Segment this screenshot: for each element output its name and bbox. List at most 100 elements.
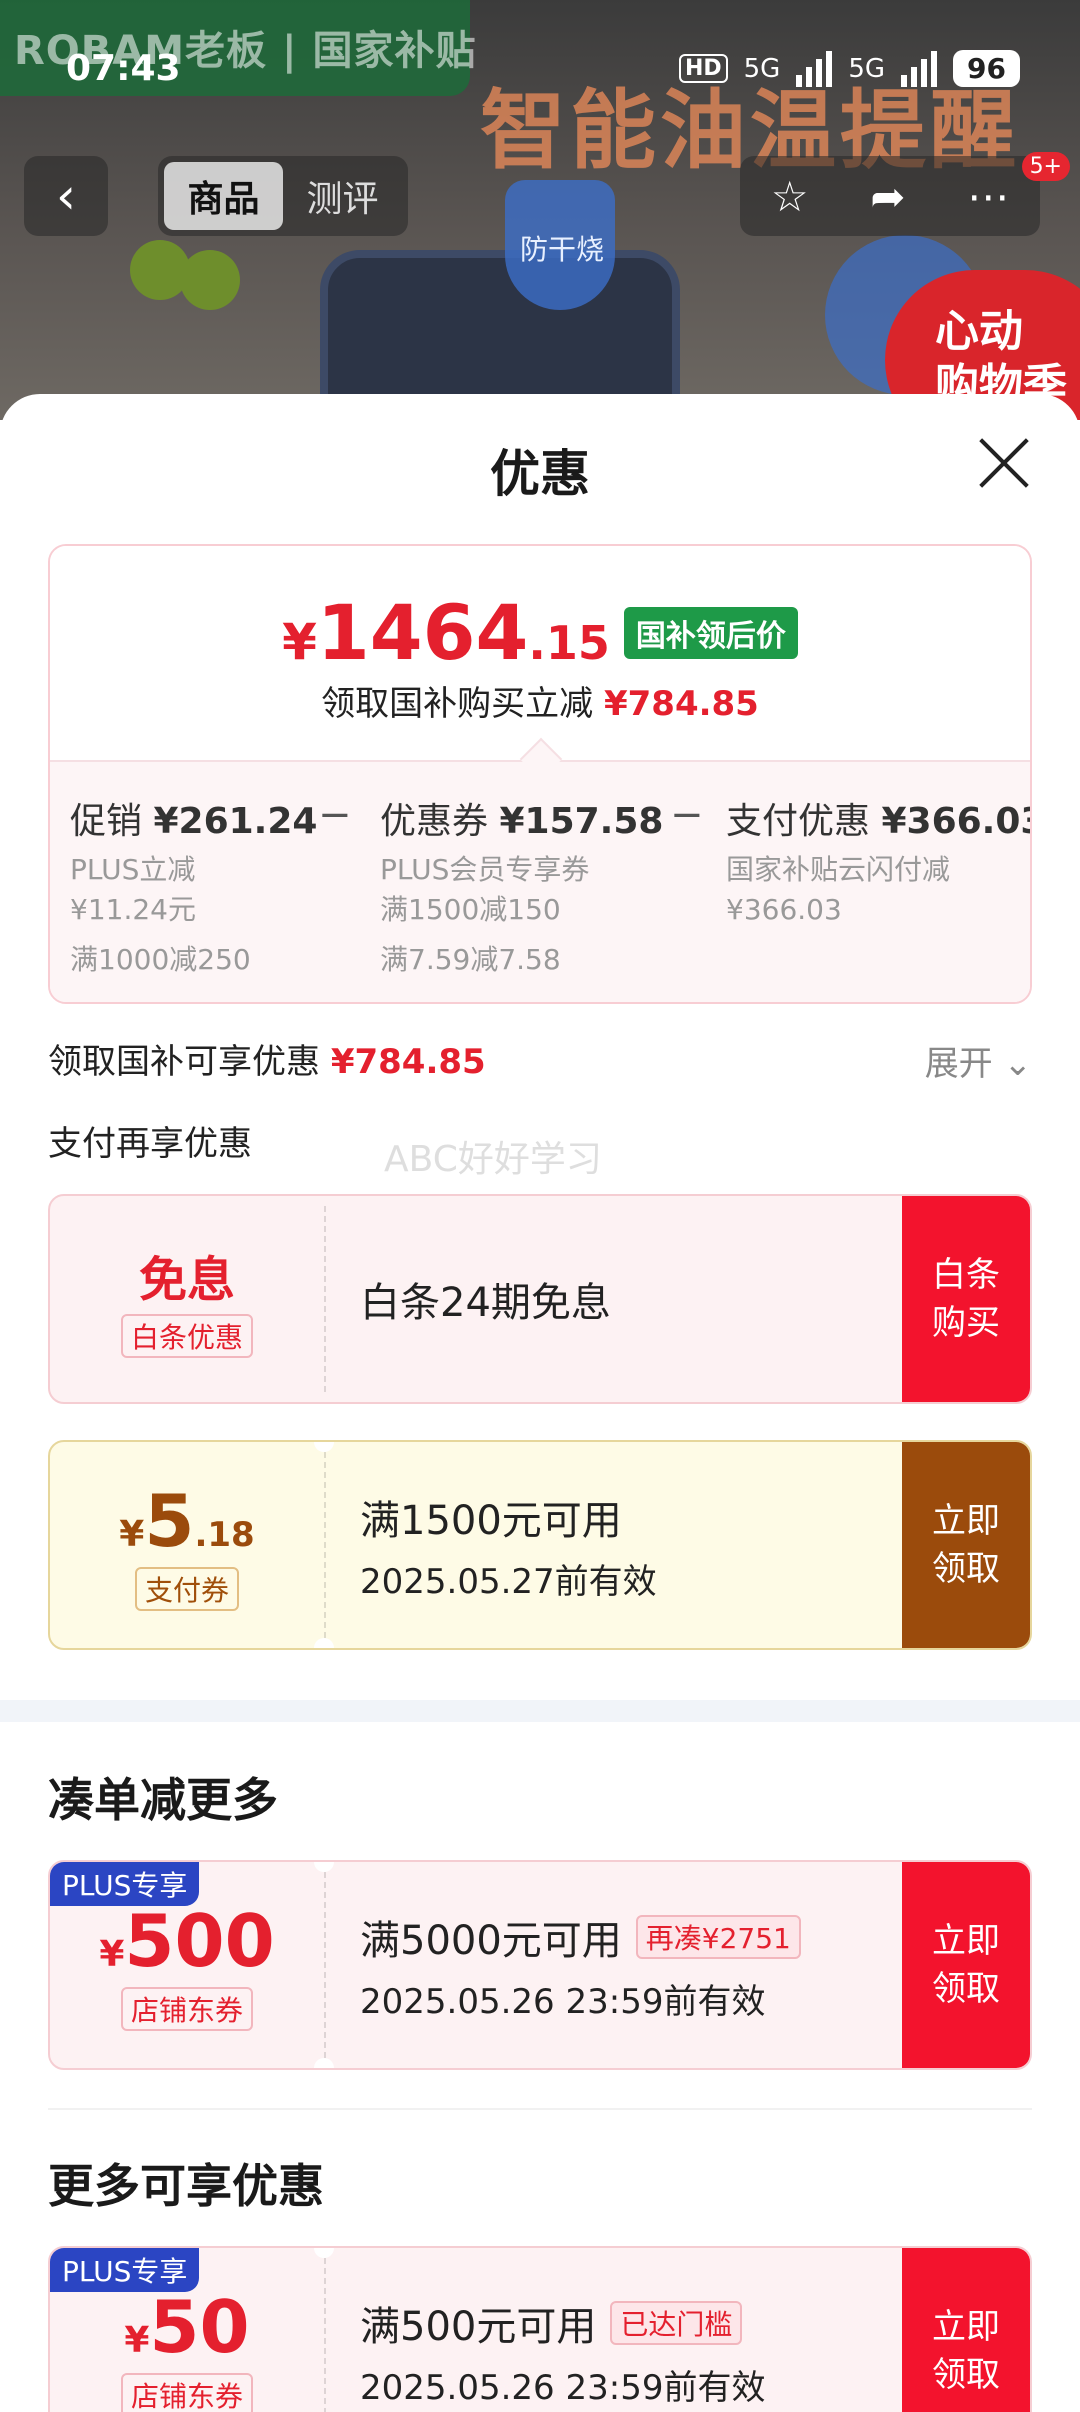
breakdown-label: 优惠券	[380, 801, 489, 842]
network-label-1: 5G	[743, 53, 781, 84]
saving-amount: ¥784.85	[603, 684, 759, 724]
breakdown-detail: 满1000减250	[70, 943, 251, 976]
plus-exclusive-tag: PLUS专享	[50, 1862, 200, 1906]
price-decimal: .15	[528, 616, 610, 670]
coupon-payment-voucher: ¥ 5 .18 支付券 满1500元可用 2025.05.27前有效 立即 领取	[48, 1440, 1032, 1650]
message-badge: 5+	[1021, 152, 1070, 181]
coupon-condition: 满500元可用 已达门槛	[360, 2294, 902, 2352]
coupon-left: ¥ 5 .18 支付券	[50, 1442, 324, 1648]
breakdown-payment: 支付优惠 ¥366.03 国家补贴云闪付减 ¥366.03	[726, 792, 1032, 930]
expand-label: 展开	[924, 1044, 993, 1084]
coupon-left-title: 免息	[138, 1252, 235, 1308]
coupon-left: 免息 白条优惠	[50, 1196, 324, 1402]
section-title-extra: 更多可享优惠	[48, 2159, 324, 2213]
breakdown-detail: ¥366.03	[726, 893, 842, 926]
more-icon[interactable]: ⋯	[967, 172, 1009, 221]
lime-decoration	[130, 240, 250, 310]
coupon-amount: ¥ 5 .18	[119, 1479, 255, 1563]
signal-icon	[796, 50, 833, 87]
price-integer: 1464	[316, 588, 529, 677]
breakdown-promotion: 促销 ¥261.24 PLUS立减 ¥11.24元 满1000减250	[70, 792, 317, 980]
section-divider	[0, 1700, 1080, 1722]
breakdown-detail: 满7.59减7.58	[380, 943, 561, 976]
status-time: 07:43	[66, 48, 181, 89]
price-currency: ¥	[282, 613, 317, 671]
coupon-validity: 2025.05.26 23:59前有效	[360, 2367, 766, 2408]
final-price-area: ¥ 1464 .15 国补领后价 领取国补购买立减 ¥784.85	[50, 546, 1030, 760]
share-icon[interactable]: ➦	[870, 172, 905, 221]
breakdown-detail: 国家补贴云闪付减	[726, 853, 951, 886]
back-button[interactable]: ‹	[24, 156, 108, 236]
claim-label: 领取国补可享优惠	[48, 1042, 320, 1082]
coupon-validity: 2025.05.26 23:59前有效	[360, 1981, 766, 2022]
watermark: ABC好好学习	[384, 1139, 602, 1180]
breakdown-coupon: 优惠券 ¥157.58 PLUS会员专享券 满1500减150 满7.59减7.…	[380, 792, 663, 980]
breakdown-amount: ¥261.24	[153, 801, 318, 842]
coupon-interest-free: 免息 白条优惠 白条24期免息 白条 购买	[48, 1194, 1032, 1404]
claim-now-button[interactable]: 立即 领取	[902, 2248, 1030, 2412]
baitiao-buy-button[interactable]: 白条 购买	[902, 1196, 1030, 1402]
price-saving-line: 领取国补购买立减 ¥784.85	[50, 676, 1030, 725]
coupon-left-tag: 店铺东券	[120, 2373, 253, 2412]
nav-actions: ☆ ➦ ⋯	[740, 156, 1040, 236]
coupon-body: 满5000元可用 再凑¥2751 2025.05.26 23:59前有效	[324, 1862, 902, 2068]
breakdown-amount: ¥157.58	[499, 801, 664, 842]
breakdown-detail: PLUS立减	[70, 853, 196, 886]
coupon-condition: 满1500元可用	[360, 1497, 622, 1544]
coupon-body: 满1500元可用 2025.05.27前有效	[324, 1442, 902, 1648]
product-tabs: 商品 测评	[158, 156, 408, 236]
hd-icon: HD	[678, 54, 728, 83]
breakdown-label: 支付优惠	[726, 801, 871, 842]
coupon-body: 满500元可用 已达门槛 2025.05.26 23:59前有效	[324, 2248, 902, 2412]
final-price: ¥ 1464 .15 国补领后价	[50, 588, 1030, 677]
coupon-validity: 2025.05.27前有效	[360, 1561, 657, 1602]
close-icon[interactable]	[976, 436, 1030, 490]
coupon-left-tag: 店铺东券	[120, 1987, 253, 2031]
pay-discount-heading: 支付再享优惠	[48, 1124, 252, 1164]
status-bar: 07:43 HD 5G 5G 96	[0, 0, 1080, 140]
claim-now-button[interactable]: 立即 领取	[902, 1442, 1030, 1648]
signal-icon	[901, 50, 938, 87]
subsidy-price-tag: 国补领后价	[623, 606, 798, 659]
chevron-down-icon: ⌄	[1003, 1044, 1033, 1084]
coupon-store-500: ¥ 500 店铺东券 PLUS专享 满5000元可用 再凑¥2751 2025.…	[48, 1860, 1032, 2070]
coupon-body: 白条24期免息	[324, 1196, 902, 1402]
minus-sign: −	[318, 792, 352, 838]
shield-label: 防干烧	[520, 233, 605, 266]
add-more-tag: 再凑¥2751	[635, 1914, 801, 1959]
divider-line	[48, 2108, 1032, 2110]
price-summary-card: ¥ 1464 .15 国补领后价 领取国补购买立减 ¥784.85 促销 ¥26…	[48, 544, 1032, 1004]
sheet-title: 优惠	[490, 445, 590, 503]
tab-review[interactable]: 测评	[283, 162, 402, 230]
pot-image	[320, 250, 680, 410]
section-title-more: 凑单减更多	[48, 1773, 278, 1827]
threshold-reached-tag: 已达门槛	[610, 2300, 743, 2345]
breakdown-detail: 满1500减150	[380, 893, 561, 926]
chevron-left-icon: ‹	[56, 167, 76, 225]
coupon-left-tag: 白条优惠	[120, 1314, 253, 1358]
tab-product[interactable]: 商品	[164, 162, 283, 230]
network-label-2: 5G	[848, 53, 886, 84]
coupon-left-tag: 支付券	[134, 1567, 239, 1611]
breakdown-amount: ¥366.03	[881, 801, 1032, 842]
breakdown-detail: ¥11.24元	[70, 893, 196, 926]
status-icons: HD 5G 5G 96	[678, 50, 1020, 87]
saving-label: 领取国补购买立减	[321, 684, 594, 724]
claim-amount: ¥784.85	[330, 1042, 486, 1082]
coupon-amount: ¥ 50	[124, 2285, 250, 2369]
coupon-condition: 满5000元可用 再凑¥2751	[360, 1908, 902, 1966]
battery-icon: 96	[953, 50, 1020, 87]
favorite-star-icon[interactable]: ☆	[771, 172, 809, 221]
breakdown-label: 促销	[70, 801, 143, 842]
claim-subsidy-row: 领取国补可享优惠 ¥784.85	[48, 1034, 1032, 1083]
coupon-amount: ¥ 500	[99, 1899, 275, 1983]
breakdown-detail: PLUS会员专享券	[380, 853, 590, 886]
expand-button[interactable]: 展开 ⌄	[925, 1036, 1032, 1085]
coupon-store-50: ¥ 50 店铺东券 PLUS专享 满500元可用 已达门槛 2025.05.26…	[48, 2246, 1032, 2412]
claim-now-button[interactable]: 立即 领取	[902, 1862, 1030, 2068]
minus-sign: −	[670, 792, 704, 838]
coupon-title: 白条24期免息	[360, 1280, 611, 1326]
discount-sheet: 优惠 ¥ 1464 .15 国补领后价 领取国补购买立减 ¥784.85 促销 …	[0, 394, 1080, 2412]
plus-exclusive-tag: PLUS专享	[50, 2248, 200, 2292]
discount-breakdown: 促销 ¥261.24 PLUS立减 ¥11.24元 满1000减250 − 优惠…	[50, 760, 1032, 1002]
